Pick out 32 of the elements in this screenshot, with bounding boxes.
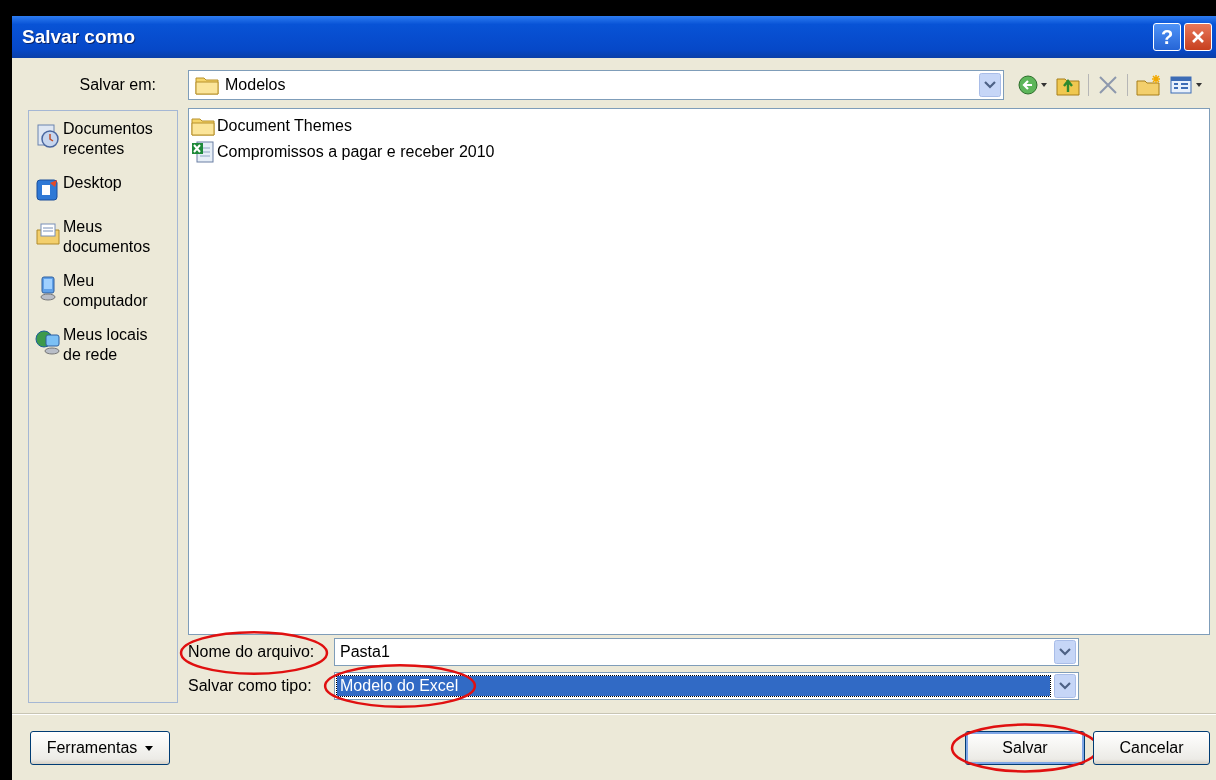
documents-folder-icon xyxy=(35,221,61,247)
file-type-dropdown[interactable]: Modelo do Excel xyxy=(334,672,1079,700)
views-menu-icon[interactable] xyxy=(1170,74,1204,96)
back-arrow-icon[interactable] xyxy=(1018,74,1048,96)
file-name[interactable]: Document Themes xyxy=(217,117,352,135)
place-item[interactable]: Meu computador xyxy=(33,269,173,313)
file-name-field[interactable]: Pasta1 xyxy=(334,638,1079,666)
folder-icon xyxy=(195,75,219,95)
place-item[interactable]: Documentos recentes xyxy=(33,117,173,161)
delete-icon[interactable] xyxy=(1097,74,1119,96)
spreadsheet-icon xyxy=(191,140,215,164)
clock-document-icon xyxy=(35,123,61,149)
network-computer-icon xyxy=(35,329,61,355)
close-icon xyxy=(1190,29,1206,45)
help-button[interactable]: ? xyxy=(1153,23,1181,51)
save-in-dropdown[interactable]: Modelos xyxy=(188,70,1004,100)
caret-icon xyxy=(145,745,154,751)
file-name[interactable]: Compromissos a pagar e receber 2010 xyxy=(217,143,495,161)
place-item[interactable]: Meus locais de rede xyxy=(33,323,173,367)
close-button[interactable] xyxy=(1184,23,1212,51)
place-item[interactable]: Desktop xyxy=(33,171,173,205)
save-button[interactable]: Salvar xyxy=(965,731,1085,765)
tools-menu-button[interactable]: Ferramentas xyxy=(30,731,170,765)
folder-icon xyxy=(191,116,215,136)
field-label: Nome do arquivo: xyxy=(188,643,315,660)
place-item[interactable]: Meus documentos xyxy=(33,215,173,259)
desktop-icon xyxy=(35,177,61,203)
window-title: Salvar como xyxy=(22,26,136,48)
save-in-label: Salvar em: xyxy=(79,76,156,94)
new-folder-icon[interactable] xyxy=(1136,74,1162,96)
field-label: Salvar como tipo: xyxy=(188,677,312,694)
cancel-button[interactable]: Cancelar xyxy=(1093,731,1210,765)
